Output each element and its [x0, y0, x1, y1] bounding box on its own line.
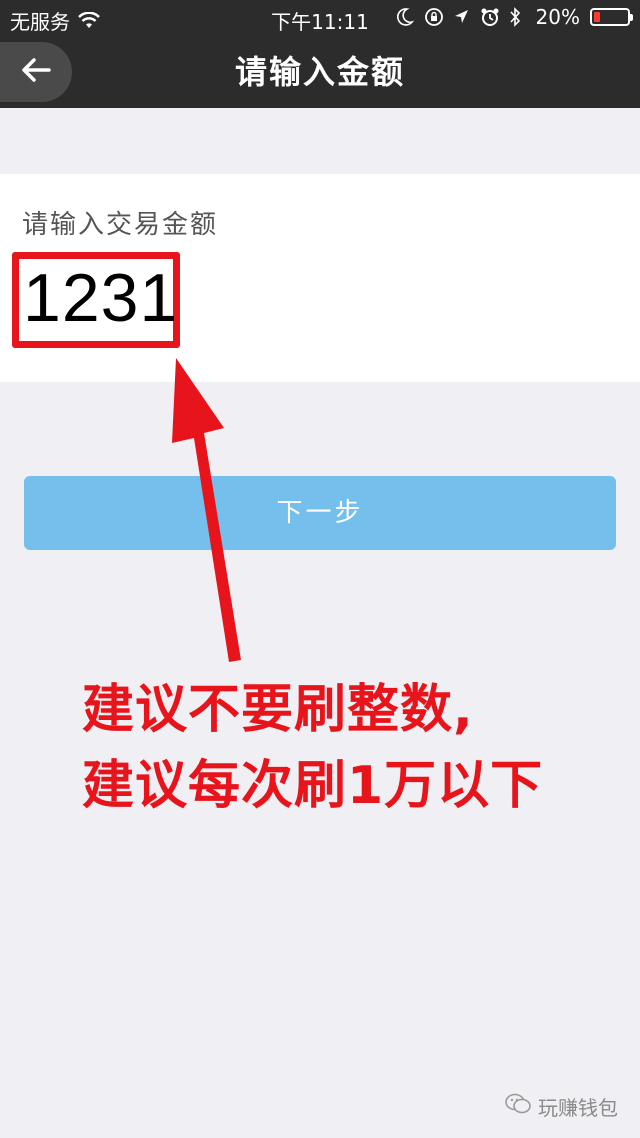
- wechat-icon: [504, 1092, 532, 1121]
- bluetooth-icon: [508, 7, 526, 27]
- nav-bar: 请输入金额: [0, 36, 640, 108]
- battery-percent: 20%: [535, 5, 580, 29]
- alarm-icon: [480, 7, 499, 27]
- rotation-lock-icon: [424, 7, 443, 27]
- next-step-button[interactable]: 下一步: [24, 476, 616, 550]
- amount-input[interactable]: 1231: [12, 252, 180, 348]
- page-title: 请输入金额: [234, 53, 405, 91]
- watermark: 玩赚钱包: [504, 1092, 618, 1121]
- moon-icon: [396, 7, 414, 27]
- watermark-text: 玩赚钱包: [538, 1096, 618, 1120]
- annotation-arrow: [172, 358, 241, 662]
- annotation-text: 建议不要刷整数, 建议每次刷1万以下: [82, 672, 543, 824]
- amount-value: 1231: [23, 260, 179, 336]
- amount-label: 请输入交易金额: [22, 210, 219, 240]
- battery-icon: [590, 8, 633, 26]
- amount-card: 请输入交易金额 1231: [0, 174, 640, 382]
- status-right: 20%: [396, 5, 633, 29]
- battery-level: [594, 12, 600, 22]
- annotation-line-1: 建议不要刷整数,: [82, 680, 474, 740]
- back-button[interactable]: [0, 42, 72, 102]
- back-arrow-icon: [21, 57, 51, 87]
- annotation-line-2: 建议每次刷1万以下: [82, 756, 544, 816]
- status-bar: 无服务 下午11:11 20%: [0, 0, 640, 36]
- location-icon: [452, 7, 470, 27]
